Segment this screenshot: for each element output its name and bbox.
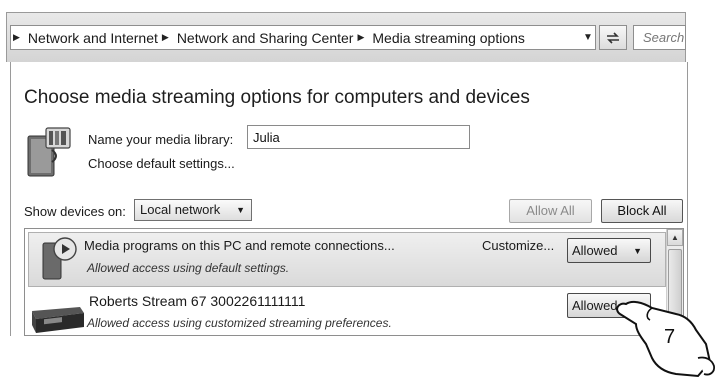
device-status-text: Allowed access using customized streamin… [87,316,392,330]
allow-all-button[interactable]: Allow All [509,199,592,223]
access-value: Allowed [572,243,618,258]
block-all-button[interactable]: Block All [601,199,683,223]
library-name-field[interactable] [247,125,470,149]
breadcrumb-item-media-streaming-options[interactable]: ▶ Media streaming options [353,30,524,46]
page-title: Choose media streaming options for compu… [24,87,530,108]
default-settings-link[interactable]: Choose default settings... [88,156,235,171]
show-devices-label: Show devices on: [24,204,126,219]
refresh-button[interactable] [599,25,627,50]
search-input[interactable]: Search [633,25,686,50]
chevron-down-icon: ▼ [236,205,245,215]
media-player-icon [42,237,77,280]
step-number: 7 [664,326,676,348]
chevron-right-icon: ▶ [161,32,169,42]
network-select[interactable]: Local network ▼ [134,199,252,221]
top-band [0,0,717,12]
scroll-up-icon[interactable]: ▲ [667,229,683,246]
customize-link[interactable]: Customize... [482,238,554,253]
breadcrumb[interactable]: ▶ Network and Internet ▶ Network and Shari… [10,25,596,50]
breadcrumb-item-network-and-internet[interactable]: ▶ Network and Internet [13,30,158,46]
device-title: Media programs on this PC and remote con… [84,238,395,253]
breadcrumb-item-network-sharing-center[interactable]: ▶ Network and Sharing Center [158,30,354,46]
refresh-icon [607,31,619,44]
address-dropdown-icon[interactable]: ▼ [581,32,595,44]
network-select-value: Local network [140,202,221,217]
device-status-text: Allowed access using default settings. [87,261,290,275]
media-library-icon [27,127,71,177]
pointing-hand-icon [616,300,716,378]
chevron-right-icon: ▶ [13,32,20,42]
chevron-down-icon: ▼ [633,246,642,256]
chevron-right-icon: ▶ [357,32,365,42]
access-dropdown[interactable]: Allowed ▼ [567,238,651,263]
device-title: Roberts Stream 67 3002261111111 [89,293,306,309]
radio-device-icon [32,307,84,333]
library-name-label: Name your media library: [88,132,234,147]
